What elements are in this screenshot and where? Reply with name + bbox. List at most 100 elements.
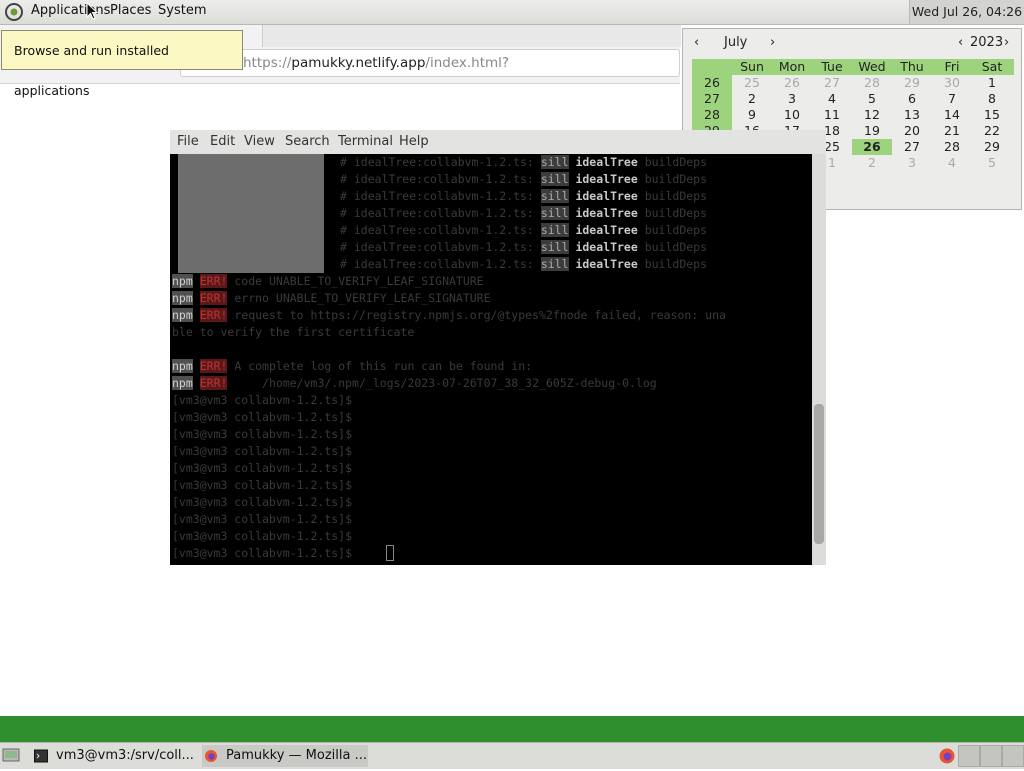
prev-year-button[interactable]: ‹ — [958, 35, 963, 50]
menu-search[interactable]: Search — [285, 134, 330, 149]
prev-month-button[interactable]: ‹ — [694, 35, 699, 50]
calendar-day-today[interactable]: 26 — [852, 139, 892, 155]
scrollbar-thumb[interactable] — [814, 404, 824, 544]
weekday-label: Mon — [778, 59, 806, 74]
calendar-day[interactable]: 5 — [852, 91, 892, 107]
calendar-day[interactable]: 21 — [932, 123, 972, 139]
terminal-prompt: [vm3@vm3 collabvm-1.2.ts]$ — [172, 512, 353, 526]
calendar-day[interactable]: 19 — [852, 123, 892, 139]
panel-clock[interactable]: Wed Jul 26, 04:26 — [909, 0, 1024, 24]
menu-edit[interactable]: Edit — [210, 134, 235, 149]
firefox-tray-icon[interactable] — [938, 747, 956, 765]
terminal-window[interactable]: File Edit View Search Terminal Help # id… — [170, 130, 826, 565]
terminal-prompt: [vm3@vm3 collabvm-1.2.ts]$ — [172, 427, 353, 441]
menu-view[interactable]: View — [244, 134, 275, 149]
calendar-day[interactable]: 27 — [892, 139, 932, 155]
terminal-output[interactable]: # idealTree:collabvm-1.2.ts: sill idealT… — [170, 154, 812, 565]
terminal-prompt: [vm3@vm3 collabvm-1.2.ts]$ — [172, 393, 353, 407]
url-path: /index.html? — [425, 55, 510, 71]
browser-tab[interactable] — [262, 25, 681, 47]
mouse-pointer-icon — [86, 1, 99, 24]
weekday-label: Sat — [981, 59, 1003, 74]
calendar-day[interactable]: 15 — [972, 107, 1012, 123]
calendar-year: 2023 — [970, 35, 1004, 50]
calendar-day[interactable]: 2 — [732, 91, 772, 107]
calendar-day[interactable]: 5 — [972, 155, 1012, 171]
terminal-scrollbar[interactable] — [812, 154, 826, 565]
places-menu[interactable]: Places — [110, 3, 151, 18]
distro-logo-icon[interactable] — [4, 2, 24, 22]
calendar-day[interactable]: 10 — [772, 107, 812, 123]
terminal-menubar: File Edit View Search Terminal Help — [170, 130, 826, 155]
terminal-prompt: [vm3@vm3 collabvm-1.2.ts]$ — [172, 546, 353, 560]
terminal-line: # idealTree:collabvm-1.2.ts: sill idealT… — [340, 240, 708, 254]
terminal-prompt: [vm3@vm3 collabvm-1.2.ts]$ — [172, 444, 353, 458]
menu-terminal[interactable]: Terminal — [338, 134, 393, 149]
taskbar-item-terminal[interactable]: vm3@vm3:/srv/coll... — [34, 745, 194, 767]
calendar-day[interactable]: 8 — [972, 91, 1012, 107]
calendar-day[interactable]: 4 — [932, 155, 972, 171]
calendar-day[interactable]: 28 — [852, 75, 892, 91]
terminal-line: npm ERR! request to https://registry.npm… — [172, 308, 726, 322]
desktop-bottom-strip — [0, 716, 1024, 742]
week-number: 28 — [704, 107, 720, 122]
terminal-line: # idealTree:collabvm-1.2.ts: sill idealT… — [340, 155, 708, 169]
weekday-label: Fri — [944, 59, 960, 74]
menu-help[interactable]: Help — [399, 134, 429, 149]
week-number: 26 — [704, 75, 720, 90]
terminal-line: # idealTree:collabvm-1.2.ts: sill idealT… — [340, 206, 708, 220]
calendar-day[interactable]: 1 — [972, 75, 1012, 91]
top-panel: Applications Places System Wed Jul 26, 0… — [0, 0, 1024, 25]
calendar-day[interactable]: 14 — [932, 107, 972, 123]
calendar-day[interactable]: 22 — [972, 123, 1012, 139]
calendar-day[interactable]: 30 — [932, 75, 972, 91]
workspace-switcher-2[interactable] — [980, 745, 1002, 767]
applications-tooltip: Browse and run installed applications — [1, 30, 243, 98]
calendar-day[interactable]: 3 — [892, 155, 932, 171]
calendar-day[interactable]: 7 — [932, 91, 972, 107]
system-menu[interactable]: System — [158, 3, 206, 18]
calendar-day[interactable]: 20 — [892, 123, 932, 139]
terminal-prompt: [vm3@vm3 collabvm-1.2.ts]$ — [172, 495, 353, 509]
taskbar-item-label: Pamukky — Mozilla ... — [226, 748, 368, 763]
workspace-switcher-3[interactable] — [1002, 745, 1024, 767]
taskbar-item-firefox[interactable]: Pamukky — Mozilla ... — [202, 745, 368, 767]
terminal-cursor — [386, 545, 394, 561]
terminal-line: # idealTree:collabvm-1.2.ts: sill idealT… — [340, 189, 708, 203]
calendar-day[interactable]: 26 — [772, 75, 812, 91]
weekday-label: Sun — [740, 59, 764, 74]
calendar-day[interactable]: 29 — [892, 75, 932, 91]
applications-menu[interactable]: Applications — [31, 3, 110, 18]
weekday-label: Thu — [900, 59, 924, 74]
week-number: 27 — [704, 91, 720, 106]
calendar-day[interactable]: 2 — [852, 155, 892, 171]
url-host: pamukky.netlify.app — [291, 55, 426, 71]
firefox-icon — [204, 749, 218, 763]
calendar-day[interactable]: 6 — [892, 91, 932, 107]
weekday-label: Tue — [821, 59, 843, 74]
calendar-day[interactable]: 3 — [772, 91, 812, 107]
show-desktop-icon[interactable] — [2, 747, 20, 763]
workspace-switcher-1[interactable] — [958, 745, 980, 767]
url-bar[interactable]: https://pamukky.netlify.app/index.html? — [180, 49, 680, 77]
terminal-line: # idealTree:collabvm-1.2.ts: sill idealT… — [340, 172, 708, 186]
calendar-day[interactable]: 4 — [812, 91, 852, 107]
calendar-day[interactable]: 11 — [812, 107, 852, 123]
terminal-line: npm ERR! A complete log of this run can … — [172, 359, 533, 373]
terminal-line: # idealTree:collabvm-1.2.ts: sill idealT… — [340, 257, 708, 271]
calendar-day[interactable]: 13 — [892, 107, 932, 123]
menu-file[interactable]: File — [177, 134, 199, 149]
terminal-icon — [34, 749, 48, 763]
calendar-day[interactable]: 29 — [972, 139, 1012, 155]
next-year-button[interactable]: › — [1004, 35, 1009, 50]
calendar-day[interactable]: 12 — [852, 107, 892, 123]
calendar-day[interactable]: 25 — [732, 75, 772, 91]
calendar-day[interactable]: 9 — [732, 107, 772, 123]
terminal-line: ble to verify the first certificate — [172, 325, 415, 339]
calendar-day[interactable]: 27 — [812, 75, 852, 91]
terminal-prompt: [vm3@vm3 collabvm-1.2.ts]$ — [172, 410, 353, 424]
next-month-button[interactable]: › — [770, 35, 775, 50]
terminal-line: # idealTree:collabvm-1.2.ts: sill idealT… — [340, 223, 708, 237]
calendar-day[interactable]: 28 — [932, 139, 972, 155]
calendar-weekday-header: Sun Mon Tue Wed Thu Fri Sat — [692, 59, 1014, 75]
